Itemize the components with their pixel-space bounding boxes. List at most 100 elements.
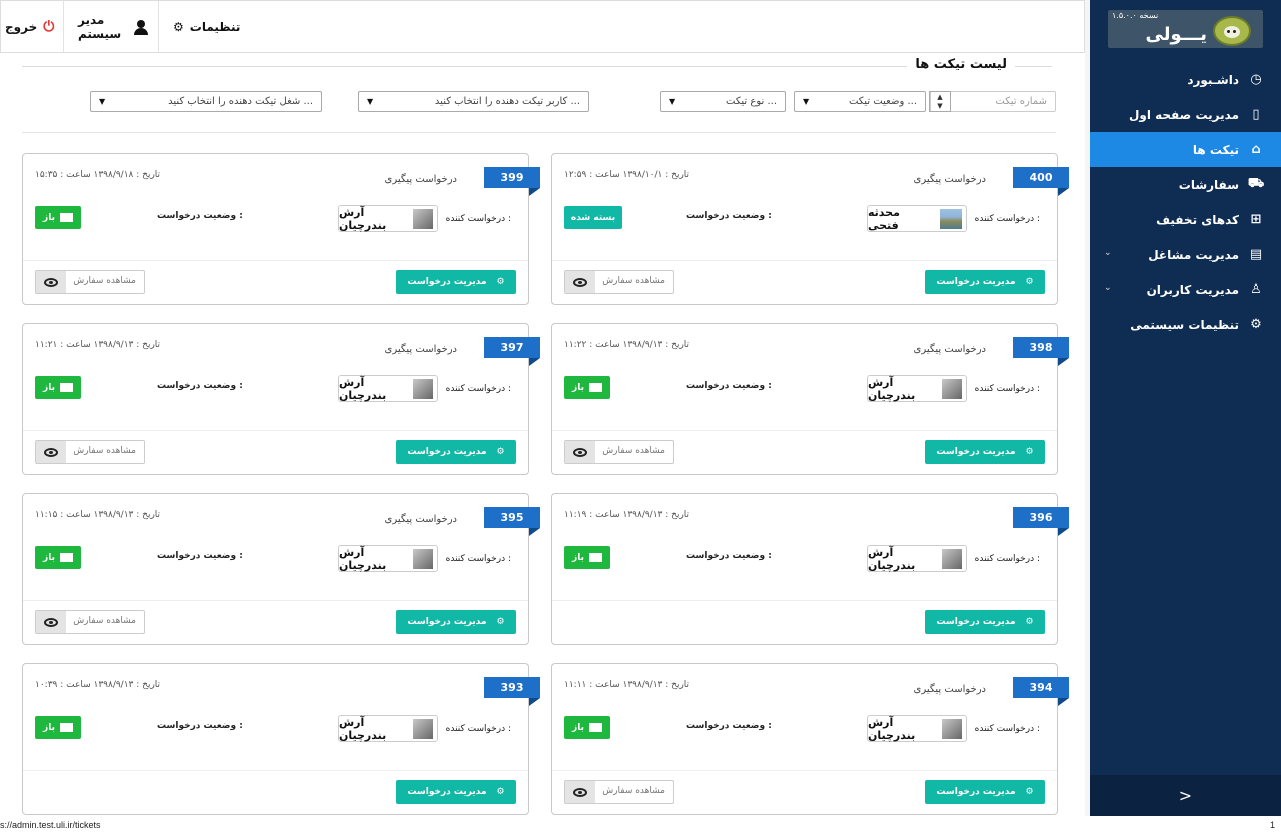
status-label: وضعیت درخواست : <box>157 551 243 561</box>
status-badge: باز <box>35 206 81 229</box>
users-icon: ♙ <box>1250 282 1262 297</box>
business-filter-select[interactable]: شغل تیکت دهنده را انتخاب کنید ... ▼ <box>90 91 322 112</box>
requester-chip[interactable]: آرش بندرچیان <box>867 375 967 402</box>
user-filter-select[interactable]: کاربر تیکت دهنده را انتخاب کنید ... ▼ <box>358 91 589 112</box>
requester-chip[interactable]: آرش بندرچیان <box>338 375 438 402</box>
view-order-label: مشاهده سفارش <box>73 616 136 626</box>
business-filter-value: شغل تیکت دهنده را انتخاب کنید ... <box>168 96 313 107</box>
ticket-type: درخواست پیگیری <box>913 684 986 695</box>
eye-icon <box>565 781 595 803</box>
ticket-id-badge: 397 <box>484 337 540 366</box>
settings-button[interactable]: ⚙ تنظیمات <box>158 1 249 52</box>
flag-icon <box>59 383 73 392</box>
manage-label: مدیریت درخواست <box>407 277 487 287</box>
view-order-button[interactable]: مشاهده سفارش <box>564 440 674 464</box>
gears-icon: ⚙ <box>496 787 505 797</box>
manage-request-button[interactable]: ⚙ مدیریت درخواست <box>925 610 1045 634</box>
status-text: باز <box>572 552 584 563</box>
requester-chip[interactable]: آرش بندرچیان <box>867 715 967 742</box>
sidebar-item-6[interactable]: ♙ مدیریت کاربران ⌄ <box>1090 272 1281 307</box>
view-order-button[interactable]: مشاهده سفارش <box>564 780 674 804</box>
admin-profile-button[interactable]: مدیر سیستم <box>63 1 158 52</box>
requester-name: آرش بندرچیان <box>339 375 387 402</box>
status-badge: باز <box>35 716 81 739</box>
manage-request-button[interactable]: ⚙ مدیریت درخواست <box>396 440 516 464</box>
view-order-button[interactable]: مشاهده سفارش <box>564 270 674 294</box>
user-icon <box>134 19 148 35</box>
sidebar-item-4[interactable]: ⊞ کدهای تخفیف <box>1090 202 1281 237</box>
logout-button[interactable]: خروج ⏻ <box>1 1 63 52</box>
gears-icon: ⚙ <box>496 617 505 627</box>
view-order-button[interactable]: مشاهده سفارش <box>35 610 145 634</box>
requester-label: درخواست کننده : <box>445 724 511 734</box>
flag-icon <box>59 723 73 732</box>
sidebar-item-2[interactable]: ⌂ تیکت ها <box>1090 132 1281 167</box>
card-divider <box>23 600 528 601</box>
manage-request-button[interactable]: ⚙ مدیریت درخواست <box>925 780 1045 804</box>
manage-request-button[interactable]: ⚙ مدیریت درخواست <box>396 610 516 634</box>
status-label: وضعیت درخواست : <box>157 721 243 731</box>
status-text: باز <box>43 212 55 223</box>
chevron-down-icon: ▼ <box>669 97 676 106</box>
manage-request-button[interactable]: ⚙ مدیریت درخواست <box>925 440 1045 464</box>
sidebar-item-3[interactable]: ⛟ سفارشات <box>1090 167 1281 202</box>
status-text: باز <box>43 722 55 733</box>
requester-name: آرش بندرچیان <box>868 715 916 742</box>
page-title: لیست تیکت ها <box>907 57 1015 72</box>
ticket-card: 395 درخواست پیگیری تاریخ : ۱۳۹۸/۹/۱۳ ساعت … <box>22 493 540 645</box>
requester-label: درخواست کننده : <box>445 554 511 564</box>
sidebar: نسخه ۱.۵.۰.۰ یـــولی ◷ داشـبورد ▯ مدیریت صف… <box>1090 0 1281 816</box>
card-divider <box>552 430 1057 431</box>
requester-chip[interactable]: آرش بندرچیان <box>338 715 438 742</box>
power-icon: ⏻ <box>43 18 55 35</box>
ticket-card: 393 تاریخ : ۱۳۹۸/۹/۱۳ ساعت : ۱۰:۳۹ درخواست… <box>22 663 540 815</box>
card-divider <box>23 260 528 261</box>
ticket-id-badge: 398 <box>1013 337 1069 366</box>
ticket-card: 397 درخواست پیگیری تاریخ : ۱۳۹۸/۹/۱۳ ساعت … <box>22 323 540 475</box>
sidebar-collapse-button[interactable]: > <box>1090 775 1281 816</box>
type-filter-select[interactable]: نوع تیکت ... ▼ <box>660 91 786 112</box>
requester-chip[interactable]: آرش بندرچیان <box>338 545 438 572</box>
status-text: باز <box>43 382 55 393</box>
manage-request-button[interactable]: ⚙ مدیریت درخواست <box>396 270 516 294</box>
manage-label: مدیریت درخواست <box>407 447 487 457</box>
sidebar-item-5[interactable]: ▤ مدیریت مشاغل ⌄ <box>1090 237 1281 272</box>
ticket-type: درخواست پیگیری <box>384 174 457 185</box>
manage-request-button[interactable]: ⚙ مدیریت درخواست <box>396 780 516 804</box>
requester-label: درخواست کننده : <box>445 214 511 224</box>
brand-name: یـــولی <box>1145 23 1207 45</box>
ticket-date: تاریخ : ۱۳۹۸/۹/۱۸ ساعت : ۱۵:۳۵ <box>35 170 161 180</box>
ticket-card: 394 درخواست پیگیری تاریخ : ۱۳۹۸/۹/۱۳ ساعت … <box>551 663 1069 815</box>
avatar <box>942 378 962 399</box>
card-divider <box>552 770 1057 771</box>
admin-label: مدیر سیستم <box>78 12 122 41</box>
gear-icon: ⚙ <box>1250 317 1262 332</box>
eye-icon <box>36 441 66 463</box>
flag-icon <box>59 213 73 222</box>
ticket-number-placeholder: شماره تیکت <box>995 96 1047 107</box>
gears-icon: ⚙ <box>1025 447 1034 457</box>
status-badge: باز <box>564 716 610 739</box>
requester-chip[interactable]: آرش بندرچیان <box>338 205 438 232</box>
status-text: بسته شده <box>570 212 616 223</box>
sidebar-item-1[interactable]: ▯ مدیریت صفحه اول <box>1090 97 1281 132</box>
requester-chip[interactable]: محدثه فتحی <box>867 205 967 232</box>
number-spinner-icon[interactable]: ▲ ▼ <box>929 91 951 112</box>
manage-request-button[interactable]: ⚙ مدیریت درخواست <box>925 270 1045 294</box>
status-filter-select[interactable]: وضعیت تیکت ... ▼ <box>794 91 926 112</box>
brand-logo[interactable]: نسخه ۱.۵.۰.۰ یـــولی <box>1108 10 1263 48</box>
sidebar-item-7[interactable]: ⚙ تنظیمات سیستمی <box>1090 307 1281 342</box>
ticket-id-badge: 399 <box>484 167 540 196</box>
requester-chip[interactable]: آرش بندرچیان <box>867 545 967 572</box>
requester-label: درخواست کننده : <box>974 724 1040 734</box>
chevron-down-icon: ▼ <box>367 97 374 106</box>
ticket-number-input[interactable]: شماره تیکت ▲ ▼ <box>929 91 1056 112</box>
view-order-label: مشاهده سفارش <box>73 276 136 286</box>
sidebar-item-0[interactable]: ◷ داشـبورد <box>1090 62 1281 97</box>
view-order-button[interactable]: مشاهده سفارش <box>35 440 145 464</box>
requester-label: درخواست کننده : <box>974 554 1040 564</box>
ticket-type: درخواست پیگیری <box>384 344 457 355</box>
view-order-button[interactable]: مشاهده سفارش <box>35 270 145 294</box>
sidebar-item-label: کدهای تخفیف <box>1156 212 1239 227</box>
ticket-id-badge: 400 <box>1013 167 1069 196</box>
